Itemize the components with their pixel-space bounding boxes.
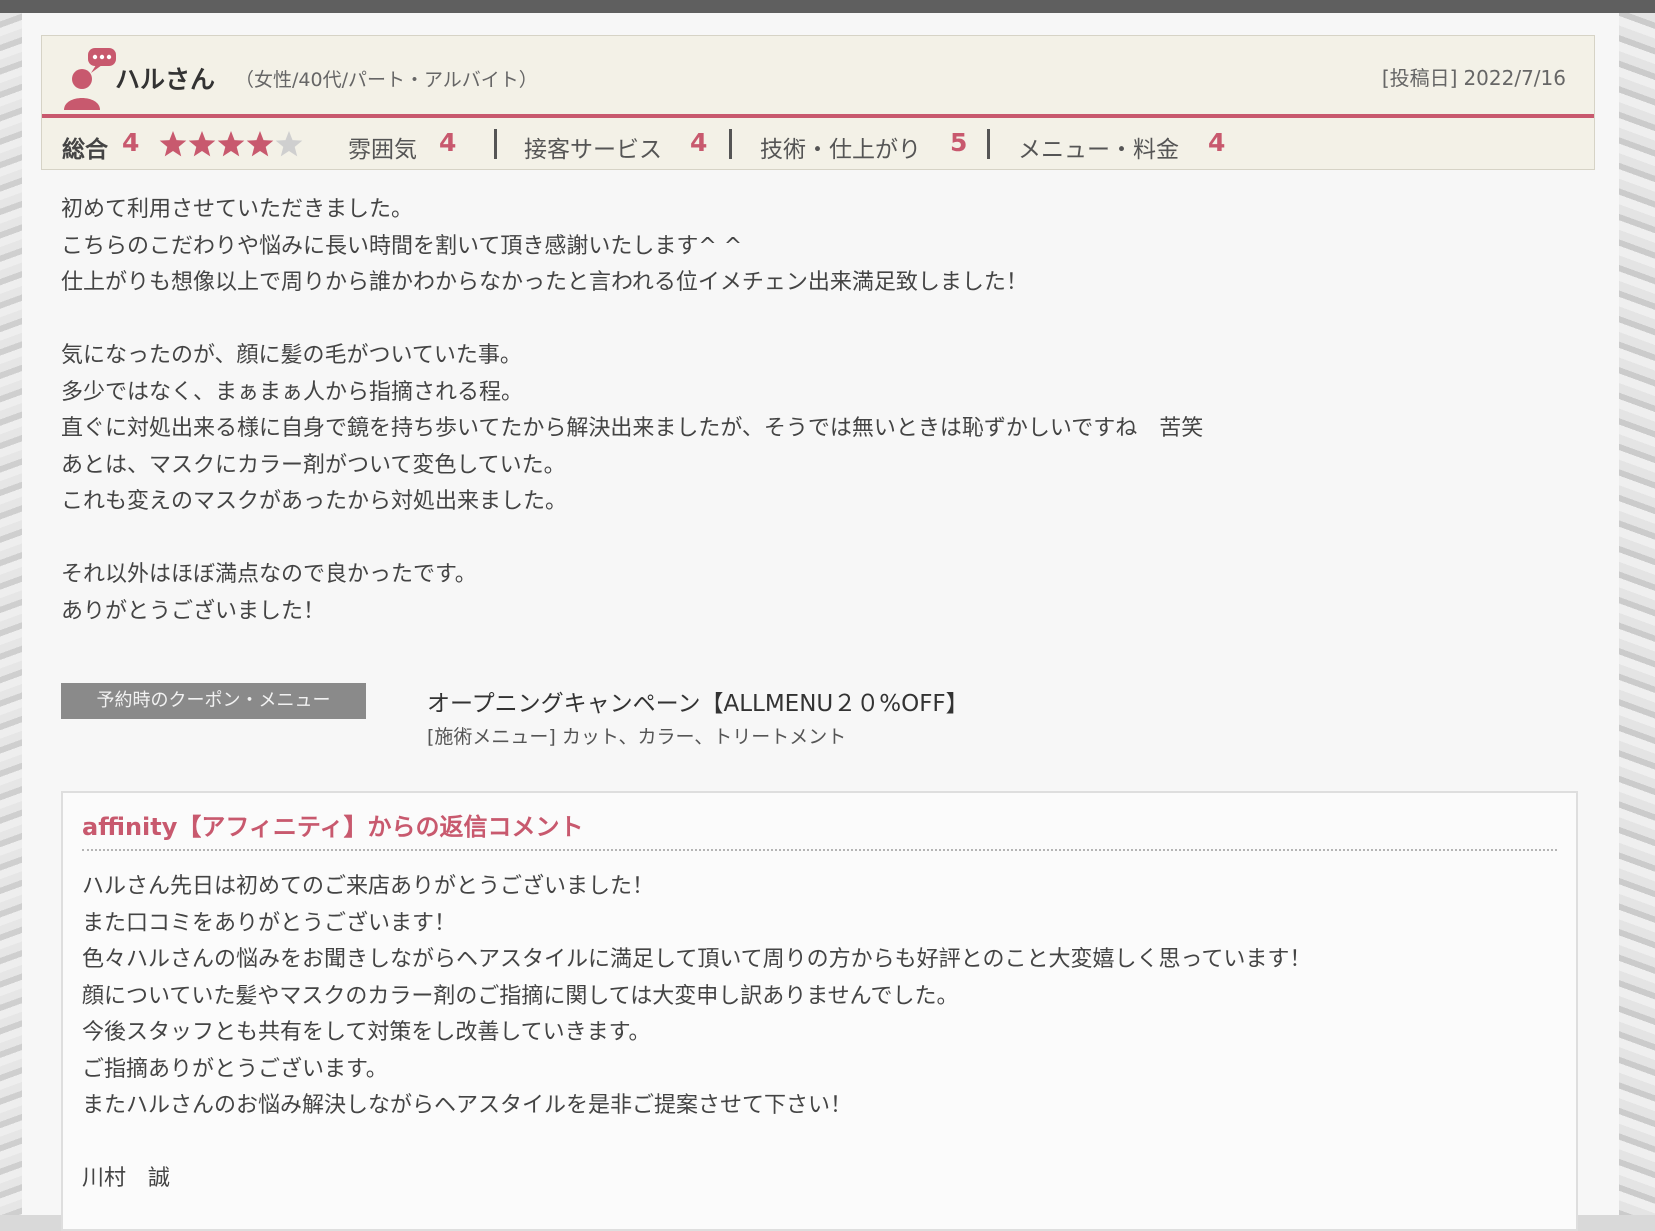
- reply-text-line: 顔についていた髪やマスクのカラー剤のご指摘に関しては大変申し訳ありませんでした。: [82, 983, 959, 1009]
- rating-separator: [987, 129, 990, 159]
- review-text-line: [61, 521, 1561, 558]
- right-background-texture: [1619, 13, 1655, 1215]
- review-text-line: ありがとうございました！: [61, 598, 326, 624]
- ratings-row: 総合 4 雰囲気 4 接客サービス 4 技術・仕上がり 5 メニュー・料金 4: [42, 118, 1594, 171]
- review-header-top: ハルさん （女性/40代/パート・アルバイト） [投稿日] 2022/7/16: [42, 36, 1594, 116]
- user-comment-icon: [64, 48, 116, 110]
- overall-value: 4: [122, 128, 140, 157]
- reviewer-name: ハルさん: [115, 65, 216, 94]
- reply-title: affinity【アフィニティ】からの返信コメント: [82, 813, 584, 841]
- review-text-line: 多少ではなく、まぁまぁ人から指摘される程。: [61, 379, 524, 405]
- reply-text: ハルさん先日は初めてのご来店ありがとうございました！ また口コミをありがとうござい…: [82, 869, 1311, 1198]
- reply-comment-box: affinity【アフィニティ】からの返信コメント ハルさん先日は初めてのご来店…: [61, 791, 1578, 1231]
- window-top-bar: [0, 0, 1655, 13]
- coupon-label: 予約時のクーポン・メニュー: [61, 683, 366, 719]
- reply-text-line: また口コミをありがとうございます！: [82, 910, 457, 936]
- rating-value-technique: 5: [950, 128, 968, 157]
- rating-value-atmosphere: 4: [439, 128, 457, 157]
- overall-label: 総合: [62, 137, 108, 163]
- reply-divider: [82, 849, 1557, 851]
- reply-text-line: またハルさんのお悩み解決しながらヘアスタイルを是非ご提案させて下さい！: [82, 1093, 853, 1118]
- review-text-line: こちらのこだわりや悩みに長い時間を割いて頂き感謝いたします^ ^: [61, 233, 743, 259]
- star-icon: [246, 131, 274, 157]
- post-date-value: 2022/7/16: [1463, 66, 1566, 90]
- rating-value-menu-price: 4: [1208, 128, 1226, 157]
- review-text-line: 仕上がりも想像以上で周りから誰かわからなかったと言われる位イメチェン出来満足致し…: [61, 270, 1028, 295]
- reply-text-line: [82, 1125, 1311, 1162]
- overall-stars: [159, 131, 303, 157]
- review-text-line: 直ぐに対処出来る様に自身で鏡を持ち歩いてたから解決出来ましたが、そうでは無いとき…: [61, 416, 1204, 441]
- star-icon: [217, 131, 245, 157]
- rating-separator: [494, 129, 497, 159]
- rating-label-atmosphere: 雰囲気: [348, 137, 417, 163]
- review-header: ハルさん （女性/40代/パート・アルバイト） [投稿日] 2022/7/16 総…: [41, 35, 1595, 170]
- rating-label-menu-price: メニュー・料金: [1018, 137, 1179, 163]
- reply-text-line: ご指摘ありがとうございます。: [82, 1056, 388, 1082]
- review-text: 初めて利用させていただきました。こちらのこだわりや悩みに長い時間を割いて頂き感謝…: [61, 192, 1561, 630]
- star-icon: [159, 131, 187, 157]
- review-text-line: それ以外はほぼ満点なので良かったです。: [61, 562, 477, 587]
- reviewer-meta: （女性/40代/パート・アルバイト）: [235, 69, 538, 91]
- review-text-line: あとは、マスクにカラー剤がついて変色していた。: [61, 452, 566, 478]
- star-icon: [275, 131, 303, 157]
- reply-text-line: 今後スタッフとも共有をして対策をし改善していきます。: [82, 1020, 651, 1045]
- reply-text-line: 色々ハルさんの悩みをお聞きしながらヘアスタイルに満足して頂いて周りの方からも好評…: [82, 947, 1312, 972]
- rating-label-technique: 技術・仕上がり: [760, 137, 921, 163]
- coupon-title[interactable]: オープニングキャンペーン【ALLMENU２０%OFF】: [427, 684, 969, 718]
- review-text-line: 気になったのが、顔に髪の毛がついていた事。: [61, 343, 522, 368]
- reply-text-line: 川村 誠: [82, 1166, 171, 1191]
- left-background-texture: [0, 13, 22, 1215]
- review-text-line: これも変えのマスクがあったから対処出来ました。: [61, 489, 568, 514]
- rating-value-service: 4: [690, 128, 708, 157]
- post-date: [投稿日] 2022/7/16: [1382, 62, 1572, 91]
- post-date-label: [投稿日]: [1381, 66, 1458, 90]
- rating-separator: [729, 129, 732, 159]
- rating-label-service: 接客サービス: [524, 137, 662, 163]
- coupon-menu: [施術メニュー] カット、カラー、トリートメント: [427, 726, 847, 748]
- star-icon: [188, 131, 216, 157]
- review-text-line: [61, 302, 1561, 339]
- reply-text-line: ハルさん先日は初めてのご来店ありがとうございました！: [82, 874, 655, 899]
- review-text-line: 初めて利用させていただきました。: [61, 197, 414, 222]
